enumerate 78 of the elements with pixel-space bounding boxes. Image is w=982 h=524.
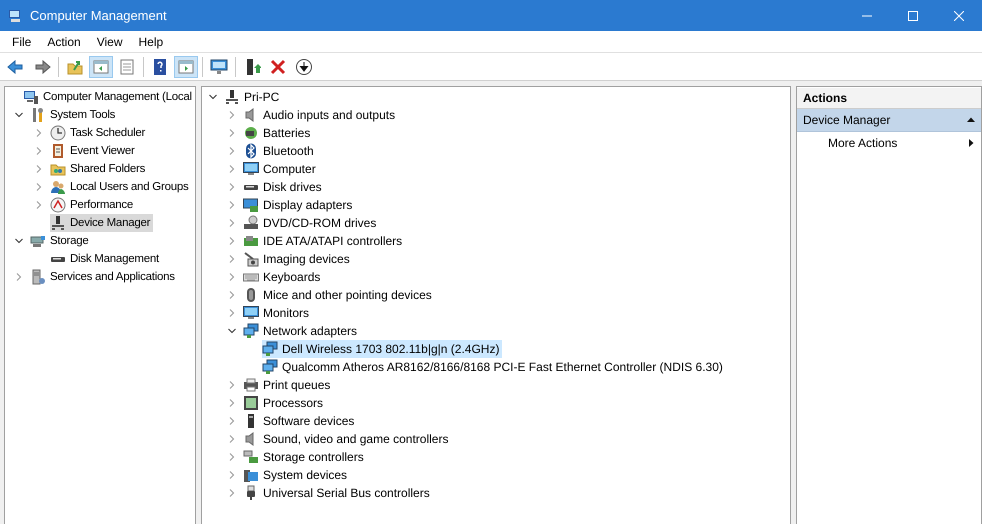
tree-item[interactable]: Keyboards	[243, 268, 324, 286]
tree-item[interactable]: Event Viewer	[50, 142, 138, 160]
tree-item[interactable]: Storage controllers	[243, 448, 367, 466]
drive-icon	[30, 233, 46, 249]
help-icon	[151, 58, 169, 76]
list-icon	[118, 58, 136, 76]
tree-item[interactable]: Services and Applications	[30, 268, 178, 286]
tree-item[interactable]: System devices	[243, 466, 350, 484]
tree-item[interactable]: Disk drives	[243, 178, 325, 196]
tree-item[interactable]: Network adapters	[243, 322, 360, 340]
monitor-icon	[243, 305, 259, 321]
clock-icon	[50, 125, 66, 141]
tree-item[interactable]: Computer Management (Local	[23, 88, 195, 106]
battery-icon	[243, 125, 259, 141]
tree-pane-button[interactable]	[89, 56, 113, 78]
printer-icon	[243, 377, 259, 393]
network-icon	[262, 359, 278, 375]
controller-card-icon	[243, 233, 259, 249]
network-icon	[243, 323, 259, 339]
tree-item[interactable]: Dell Wireless 1703 802.11b|g|n (2.4GHz)	[262, 340, 502, 358]
disc-drive-icon	[243, 215, 259, 231]
action-pane-icon	[177, 58, 195, 76]
tree-item[interactable]: Local Users and Groups	[50, 178, 192, 196]
tree-item[interactable]: Monitors	[243, 304, 312, 322]
network-node-icon	[50, 215, 66, 231]
storage-controller-icon	[243, 449, 259, 465]
display-card-icon	[243, 197, 259, 213]
users-icon	[50, 179, 66, 195]
processor-icon	[243, 395, 259, 411]
computer-icon	[23, 89, 39, 105]
tree-item[interactable]: DVD/CD-ROM drives	[243, 214, 380, 232]
monitor-icon	[210, 58, 228, 76]
tree-item[interactable]: Display adapters	[243, 196, 356, 214]
server-icon	[30, 269, 46, 285]
action-section-header[interactable]: Device Manager	[797, 109, 981, 132]
submenu-arrow-icon	[967, 139, 975, 147]
menu-item[interactable]: File	[4, 34, 40, 48]
tree-item[interactable]: Sound, video and game controllers	[243, 430, 452, 448]
action-item[interactable]: More Actions	[797, 132, 981, 154]
tree-item[interactable]: Task Scheduler	[50, 124, 148, 142]
window-title: Computer Management	[30, 8, 167, 23]
action-pane-button[interactable]	[174, 56, 198, 78]
menu-item[interactable]: Action	[39, 34, 89, 48]
tree-pane-icon	[92, 58, 110, 76]
monitor-icon	[243, 161, 259, 177]
menu-item[interactable]: Help	[130, 34, 172, 48]
tree-item[interactable]: Disk Management	[50, 250, 162, 268]
tree-item[interactable]: Bluetooth	[243, 142, 317, 160]
tree-item[interactable]: Shared Folders	[50, 160, 148, 178]
tree-item[interactable]: Audio inputs and outputs	[243, 106, 398, 124]
tree-item[interactable]: Computer	[243, 160, 319, 178]
network-node-icon	[224, 89, 240, 105]
download-icon	[295, 58, 313, 76]
tree-item[interactable]: Performance	[50, 196, 136, 214]
bluetooth-icon	[243, 143, 259, 159]
tree-item[interactable]: Processors	[243, 394, 326, 412]
tree-item[interactable]: IDE ATA/ATAPI controllers	[243, 232, 406, 250]
back-arrow-icon	[7, 58, 25, 76]
tree-item[interactable]: Device Manager	[50, 214, 154, 232]
tree-item[interactable]: Software devices	[243, 412, 358, 430]
tree-item[interactable]: Mice and other pointing devices	[243, 286, 435, 304]
tools-icon	[30, 107, 46, 123]
actions-header: Actions	[797, 88, 981, 109]
menu-item[interactable]: View	[88, 34, 130, 48]
tree-item[interactable]: Imaging devices	[243, 250, 353, 268]
tree-item[interactable]: Storage	[30, 232, 92, 250]
collapse-triangle-icon[interactable]	[967, 116, 975, 124]
delete-icon	[269, 58, 287, 76]
tree-item[interactable]: Universal Serial Bus controllers	[243, 484, 433, 502]
camera-icon	[243, 251, 259, 267]
tree-item[interactable]: Pri-PC	[224, 88, 282, 106]
tree-item[interactable]: System Tools	[30, 106, 118, 124]
tree-item[interactable]: Print queues	[243, 376, 334, 394]
forward-arrow-icon	[33, 58, 51, 76]
system-devices-icon	[243, 467, 259, 483]
tree-item[interactable]: Batteries	[243, 124, 314, 142]
tree-item[interactable]: Qualcomm Atheros AR8162/8166/8168 PCI-E Fast Ethernet Controller (NDIS 6.30)	[262, 358, 726, 376]
network-icon	[262, 341, 278, 357]
